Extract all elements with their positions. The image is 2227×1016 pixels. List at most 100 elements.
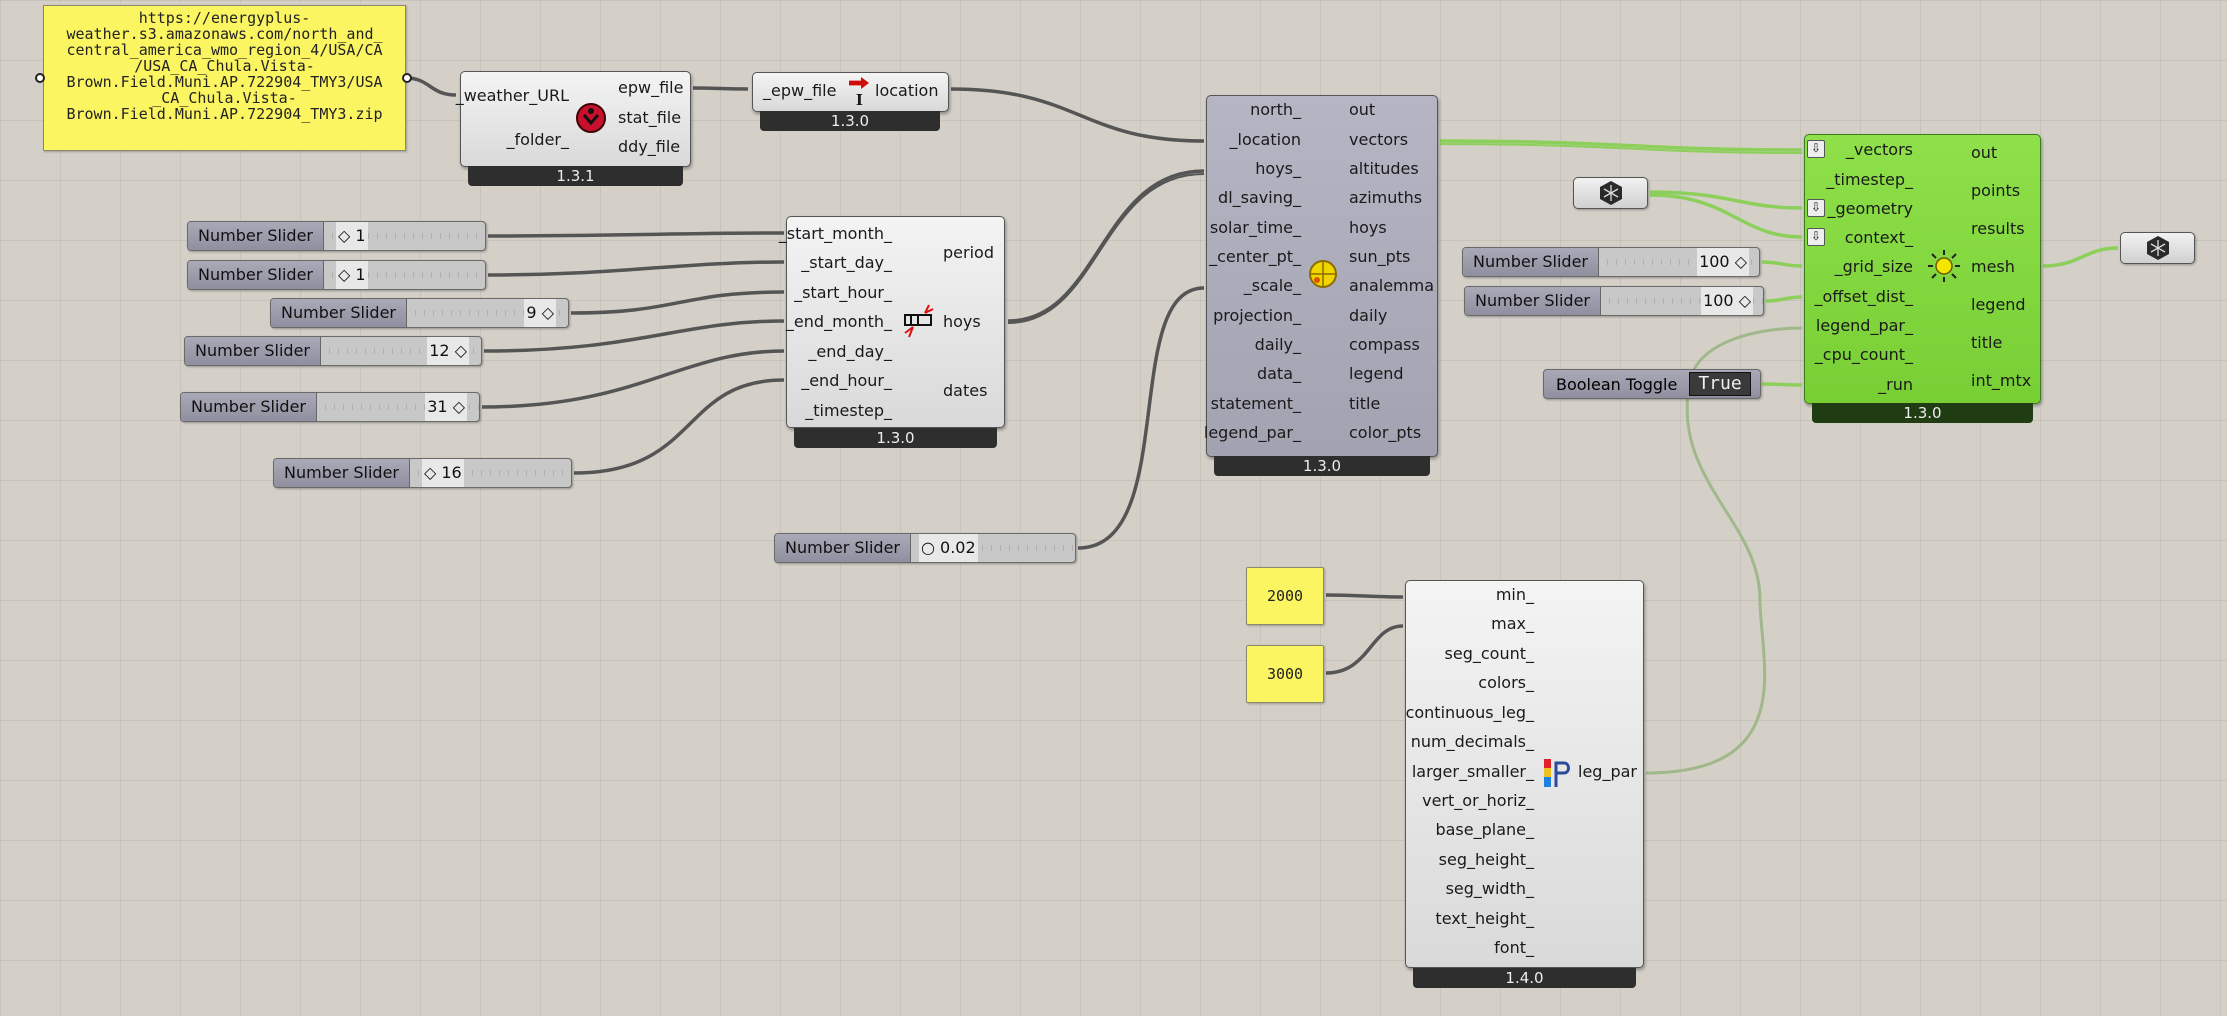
max-value-panel[interactable]: 3000	[1246, 645, 1324, 703]
input-solar-time[interactable]: solar_time_	[1210, 218, 1301, 238]
input-cpu-count[interactable]: _cpu_count_	[1815, 345, 1913, 365]
input-epw-file[interactable]: _epw_file	[763, 81, 836, 101]
input-start-hour[interactable]: _start_hour_	[794, 283, 892, 303]
input-offset-dist[interactable]: _offset_dist_	[1815, 287, 1913, 307]
input-hoys[interactable]: hoys_	[1255, 159, 1301, 179]
number-slider-offset-dist[interactable]: Number Slider 100 ◇	[1464, 286, 1764, 316]
output-out[interactable]: out	[1349, 100, 1375, 120]
input-geometry[interactable]: _geometry	[1827, 199, 1913, 219]
input-folder[interactable]: _folder_	[507, 130, 569, 150]
input-grid-size[interactable]: _grid_size	[1835, 257, 1913, 277]
direct-sun-hours-component[interactable]: ⇩ ⇩ ⇩ _vectors _timestep_ _geometry cont…	[1804, 134, 2041, 404]
output-vectors[interactable]: vectors	[1349, 130, 1408, 150]
input-scale[interactable]: _scale_	[1244, 276, 1301, 296]
number-slider-grid-size[interactable]: Number Slider 100 ◇	[1462, 247, 1760, 277]
input-colors[interactable]: colors_	[1478, 673, 1534, 693]
slider-track[interactable]: 9 ◇	[406, 299, 568, 327]
input-daily[interactable]: daily_	[1255, 335, 1301, 355]
panel-input-grip[interactable]	[35, 73, 45, 83]
output-legend[interactable]: legend	[1971, 295, 2026, 315]
input-continuous-leg[interactable]: continuous_leg_	[1406, 703, 1534, 723]
toggle-value[interactable]: True	[1689, 372, 1751, 396]
output-analemma[interactable]: analemma	[1349, 276, 1434, 296]
input-context[interactable]: context_	[1845, 228, 1913, 248]
min-value-panel[interactable]: 2000	[1246, 567, 1324, 625]
input-north[interactable]: north_	[1250, 100, 1301, 120]
input-center-pt[interactable]: _center_pt_	[1209, 247, 1301, 267]
input-max[interactable]: max_	[1491, 614, 1534, 634]
number-slider-scale[interactable]: Number Slider ○ 0.02	[774, 533, 1076, 563]
boolean-toggle-run[interactable]: Boolean Toggle True	[1543, 369, 1761, 399]
output-azimuths[interactable]: azimuths	[1349, 188, 1422, 208]
geometry-param-output[interactable]	[2120, 232, 2195, 264]
input-start-day[interactable]: _start_day_	[801, 253, 892, 273]
number-slider-end-month[interactable]: Number Slider 12 ◇	[184, 336, 482, 366]
number-slider-end-day[interactable]: Number Slider 31 ◇	[180, 392, 480, 422]
output-daily[interactable]: daily	[1349, 306, 1387, 326]
input-min[interactable]: min_	[1496, 585, 1534, 605]
input-run[interactable]: _run	[1878, 375, 1913, 395]
input-projection[interactable]: projection_	[1213, 306, 1301, 326]
input-start-month[interactable]: _start_month_	[779, 224, 892, 244]
input-vectors[interactable]: _vectors	[1846, 140, 1913, 160]
input-end-day[interactable]: _end_day_	[808, 342, 892, 362]
slider-track[interactable]: 100 ◇	[1598, 248, 1759, 276]
input-base-plane[interactable]: base_plane_	[1435, 820, 1534, 840]
output-results[interactable]: results	[1971, 219, 2025, 239]
slider-track[interactable]: ◇ 16	[409, 459, 571, 487]
panel-output-grip[interactable]	[402, 73, 412, 83]
output-period[interactable]: period	[943, 243, 994, 263]
output-epw-file[interactable]: epw_file	[618, 78, 683, 98]
number-slider-start-hour[interactable]: Number Slider 9 ◇	[270, 298, 569, 328]
input-larger-smaller[interactable]: larger_smaller_	[1412, 762, 1534, 782]
input-num-decimals[interactable]: num_decimals_	[1411, 732, 1534, 752]
input-timestep[interactable]: _timestep_	[1826, 170, 1913, 190]
input-seg-height[interactable]: seg_height_	[1439, 850, 1534, 870]
legend-parameters-component[interactable]: min_ max_ seg_count_ colors_ continuous_…	[1405, 580, 1644, 968]
output-dates[interactable]: dates	[943, 381, 987, 401]
input-text-height[interactable]: text_height_	[1435, 909, 1534, 929]
output-legend[interactable]: legend	[1349, 364, 1404, 384]
slider-track[interactable]: ○ 0.02	[910, 534, 1075, 562]
input-weather-url[interactable]: _weather_URL	[456, 86, 569, 106]
output-location[interactable]: location	[875, 81, 938, 101]
output-hoys[interactable]: hoys	[943, 312, 981, 332]
output-hoys[interactable]: hoys	[1349, 218, 1387, 238]
download-weather-component[interactable]: _weather_URL _folder_ epw_file stat_file…	[456, 71, 691, 167]
output-compass[interactable]: compass	[1349, 335, 1420, 355]
output-out[interactable]: out	[1971, 143, 1997, 163]
input-seg-count[interactable]: seg_count_	[1445, 644, 1534, 664]
input-end-month[interactable]: _end_month_	[786, 312, 892, 332]
output-altitudes[interactable]: altitudes	[1349, 159, 1419, 179]
sunpath-component[interactable]: north_ _location hoys_ dl_saving_ solar_…	[1204, 95, 1438, 457]
input-data[interactable]: data_	[1257, 364, 1301, 384]
number-slider-start-month[interactable]: Number Slider ◇ 1	[187, 221, 486, 251]
output-title[interactable]: title	[1971, 333, 2002, 353]
slider-track[interactable]: ◇ 1	[323, 222, 485, 250]
number-slider-start-day[interactable]: Number Slider ◇ 1	[187, 260, 486, 290]
geometry-param-input[interactable]	[1573, 177, 1648, 209]
output-stat-file[interactable]: stat_file	[618, 108, 681, 128]
input-seg-width[interactable]: seg_width_	[1446, 879, 1534, 899]
input-dl-saving[interactable]: dl_saving_	[1218, 188, 1301, 208]
input-legend-par[interactable]: legend_par_	[1204, 423, 1301, 443]
input-legend-par[interactable]: legend_par_	[1816, 316, 1913, 336]
output-sun-pts[interactable]: sun_pts	[1349, 247, 1410, 267]
input-font[interactable]: font_	[1494, 938, 1534, 958]
input-timestep[interactable]: _timestep_	[805, 401, 892, 421]
output-mesh[interactable]: mesh	[1971, 257, 2015, 277]
output-color-pts[interactable]: color_pts	[1349, 423, 1421, 443]
slider-track[interactable]: 100 ◇	[1600, 287, 1763, 315]
output-leg-par[interactable]: leg_par	[1578, 762, 1637, 782]
output-title[interactable]: title	[1349, 394, 1380, 414]
input-location[interactable]: _location	[1230, 130, 1301, 150]
input-end-hour[interactable]: _end_hour_	[801, 371, 892, 391]
slider-track[interactable]: ◇ 1	[323, 261, 485, 289]
number-slider-end-hour[interactable]: Number Slider ◇ 16	[273, 458, 572, 488]
weather-url-panel[interactable]: https://energyplus- weather.s3.amazonaws…	[43, 5, 406, 151]
output-int-mtx[interactable]: int_mtx	[1971, 371, 2031, 391]
analysis-period-component[interactable]: _start_month_ _start_day_ _start_hour_ _…	[779, 216, 1005, 428]
input-statement[interactable]: statement_	[1211, 394, 1301, 414]
output-ddy-file[interactable]: ddy_file	[618, 137, 680, 157]
slider-track[interactable]: 31 ◇	[316, 393, 479, 421]
